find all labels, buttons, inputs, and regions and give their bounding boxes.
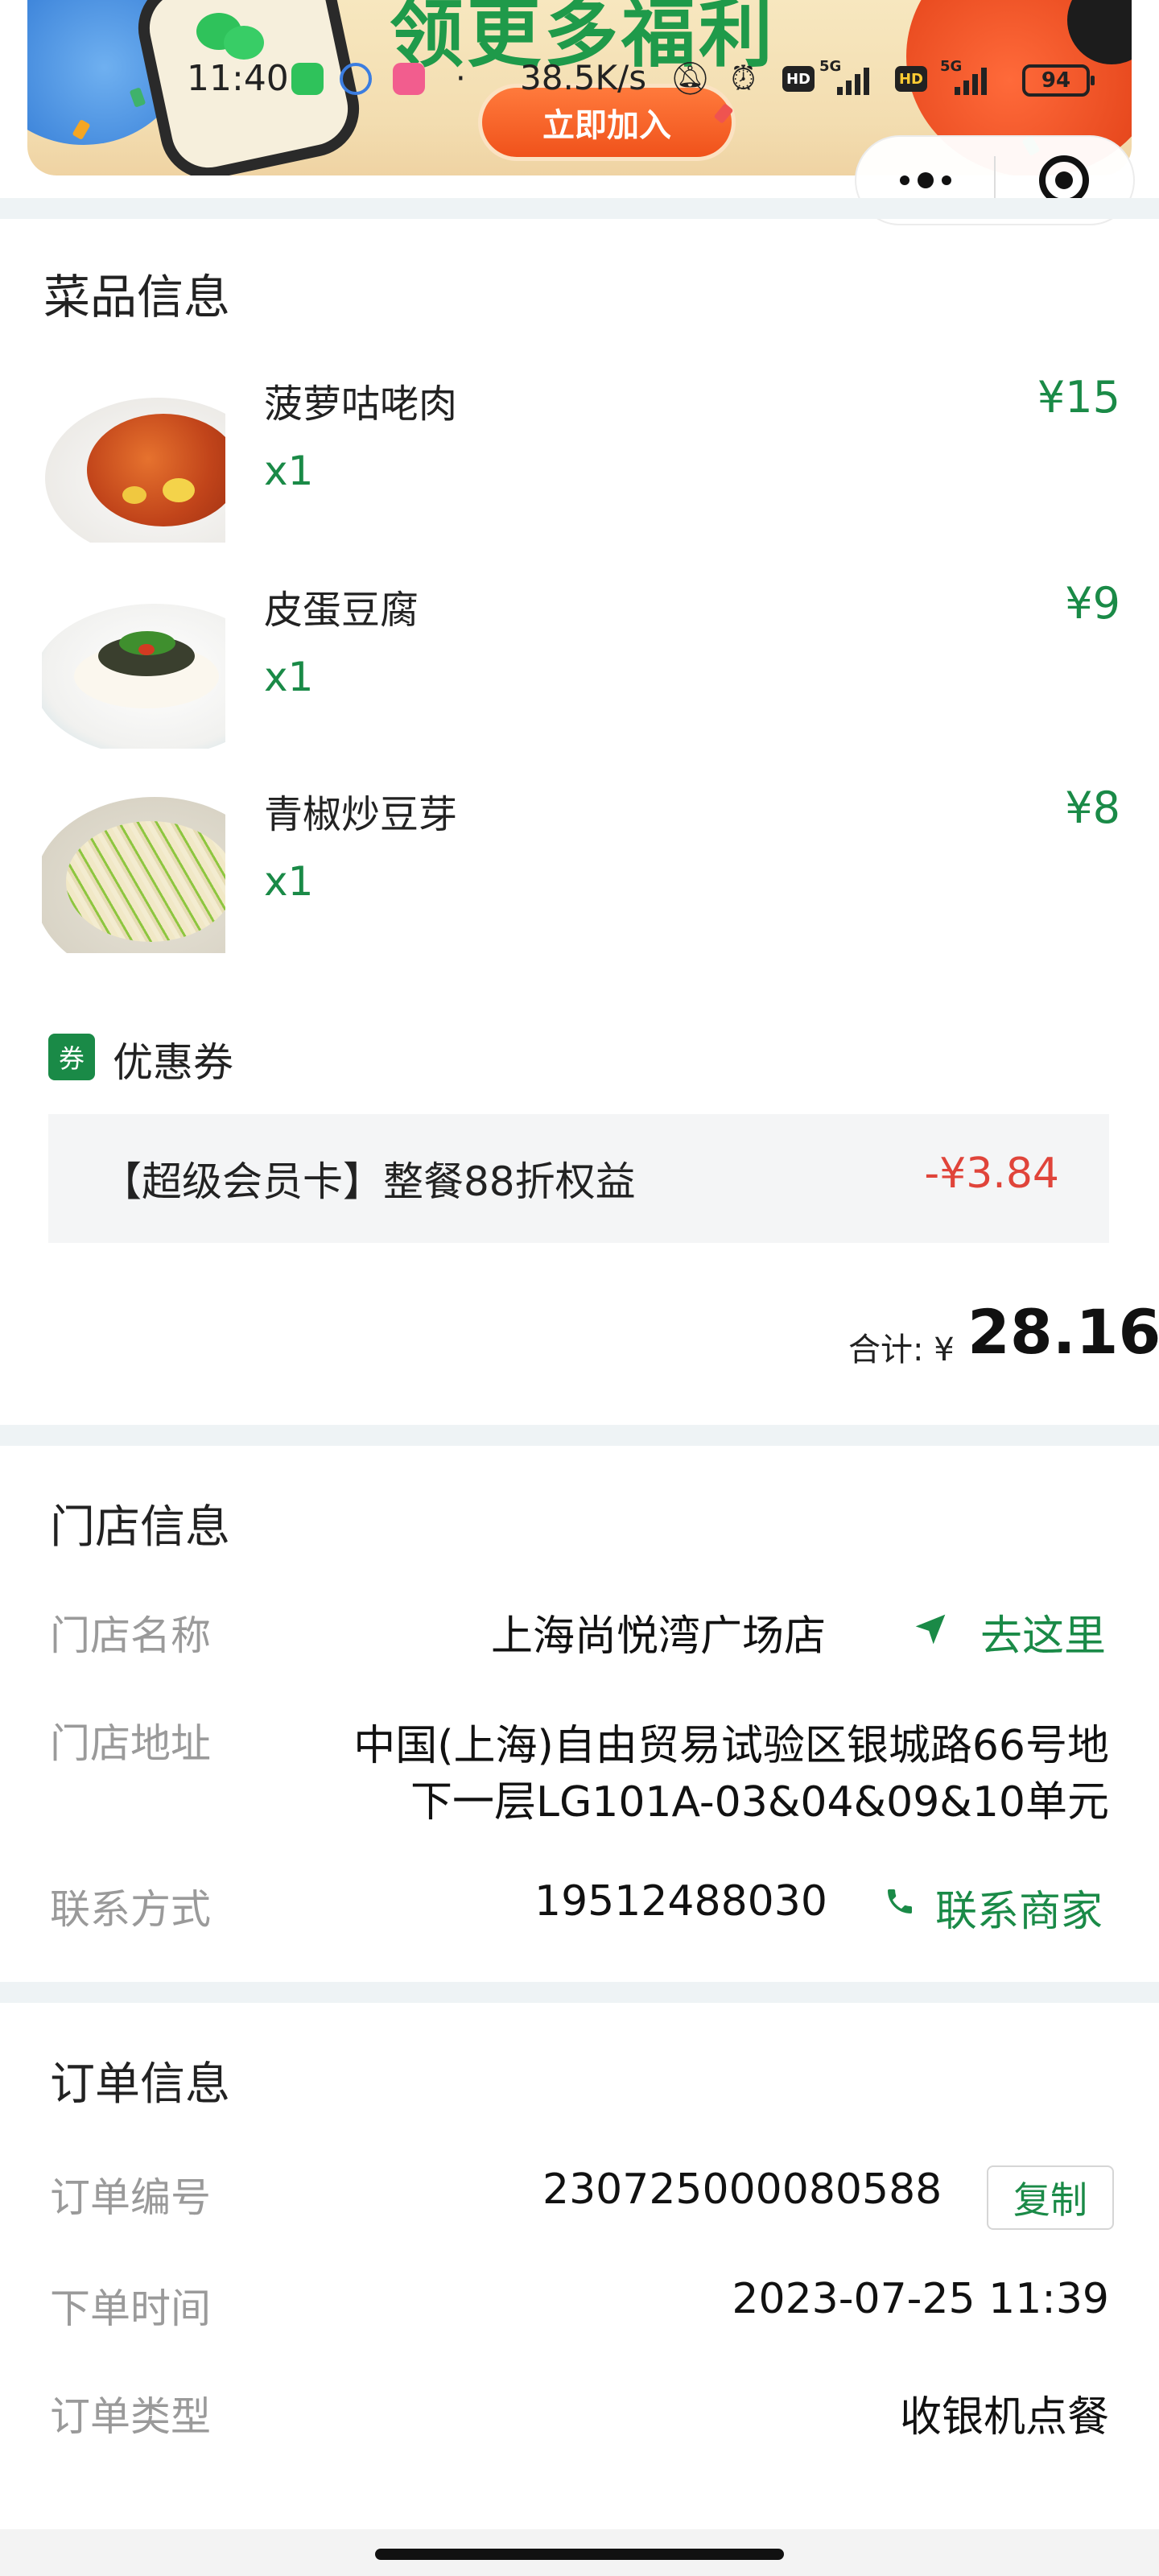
dish-name: 青椒炒豆芽: [264, 792, 458, 837]
mute-icon: 🔕︎: [670, 60, 711, 97]
section-divider: [0, 1982, 1159, 2003]
contact-phone-number: 19512488030: [534, 1877, 827, 1926]
store-address-line2: 下一层LG101A-03&04&09&10单元: [410, 1778, 1109, 1827]
dish-price: ¥8: [1065, 782, 1120, 833]
dish-name: 皮蛋豆腐: [264, 588, 419, 633]
dish-image: [42, 588, 225, 749]
section-divider: [0, 198, 1159, 219]
coupon-discount-amount: -¥3.84: [924, 1150, 1059, 1198]
dish-quantity: x1: [264, 448, 314, 494]
signal-icon: [955, 61, 987, 95]
signal-icon: [837, 61, 869, 95]
store-section-title: 门店信息: [50, 1501, 230, 1554]
coupon-name: 【超级会员卡】整餐88折权益: [101, 1158, 636, 1205]
app-notification-icon: [340, 63, 372, 95]
copy-order-number-button[interactable]: 复制: [987, 2165, 1114, 2230]
contact-label: 联系方式: [50, 1886, 211, 1933]
status-time: 11:40: [187, 58, 289, 99]
coupon-label: 优惠券: [113, 1039, 233, 1086]
store-address-label: 门店地址: [50, 1720, 211, 1767]
dish-quantity: x1: [264, 858, 314, 905]
home-indicator[interactable]: [375, 2549, 784, 2560]
order-number-label: 订单编号: [50, 2174, 211, 2221]
store-name-value: 上海尚悦湾广场店: [491, 1612, 827, 1661]
dish-image: [42, 382, 225, 543]
coupon-row: 【超级会员卡】整餐88折权益 -¥3.84: [48, 1114, 1109, 1243]
dish-price: ¥15: [1037, 372, 1120, 423]
section-divider: [0, 1425, 1159, 1446]
store-address-line1: 中国(上海)自由贸易试验区银城路66号地: [353, 1722, 1109, 1770]
total-amount: 28.16: [967, 1296, 1159, 1368]
dish-price: ¥9: [1065, 578, 1120, 629]
total-label: 合计: ¥: [848, 1331, 955, 1368]
dot-icon: ·: [456, 60, 466, 97]
alarm-icon: ⏰︎: [731, 60, 757, 97]
contact-merchant-link[interactable]: 联系商家: [935, 1877, 1103, 1938]
order-time-label: 下单时间: [50, 2285, 211, 2332]
order-section-title: 订单信息: [50, 2058, 230, 2111]
coupon-icon: 券: [48, 1034, 95, 1080]
order-number-value: 230725000080588: [542, 2165, 942, 2214]
wechat-notification-icon: [291, 63, 324, 95]
bilibili-notification-icon: [393, 63, 425, 95]
dish-image: [42, 792, 225, 953]
dish-quantity: x1: [264, 654, 314, 700]
hd-voice-icon: HD: [895, 66, 927, 92]
battery-icon: 94: [1022, 64, 1095, 97]
navigate-link[interactable]: 去这里: [980, 1602, 1106, 1662]
hd-voice-icon: HD: [782, 66, 815, 92]
network-speed: 38.5K/s: [520, 58, 647, 97]
order-type-value: 收银机点餐: [899, 2393, 1109, 2442]
dish-item[interactable]: 菠萝咕咾肉 x1 ¥15: [42, 357, 1120, 551]
store-name-label: 门店名称: [50, 1612, 211, 1659]
dish-name: 菠萝咕咾肉: [264, 382, 458, 427]
order-time-value: 2023-07-25 11:39: [732, 2275, 1109, 2323]
navigate-arrow-icon[interactable]: [913, 1612, 948, 1647]
phone-icon[interactable]: [884, 1885, 916, 1918]
status-bar: 11:40 · 38.5K/s 🔕︎ ⏰︎ HD 5G HD 5G 94: [0, 52, 1159, 108]
order-type-label: 订单类型: [50, 2393, 211, 2440]
dishes-section-title: 菜品信息: [43, 270, 231, 324]
dish-item[interactable]: 皮蛋豆腐 x1 ¥9: [42, 564, 1120, 757]
dish-item[interactable]: 青椒炒豆芽 x1 ¥8: [42, 768, 1120, 961]
